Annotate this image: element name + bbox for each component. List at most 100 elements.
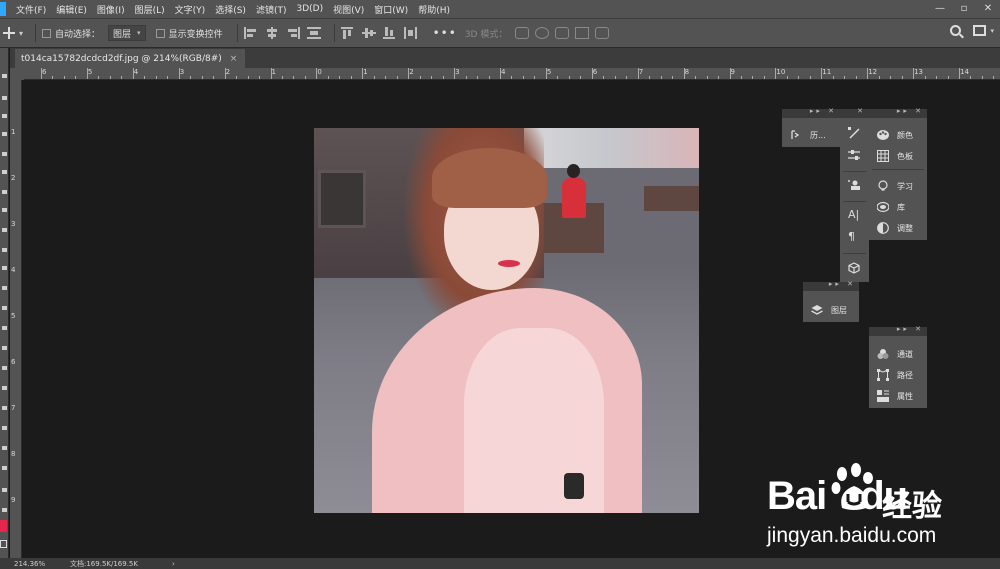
menu-layer[interactable]: 图层(L) — [135, 3, 165, 16]
workspace-icon[interactable] — [973, 25, 987, 36]
tool-preset-caret-icon[interactable]: ▾ — [19, 29, 23, 38]
menu-view[interactable]: 视图(V) — [333, 3, 364, 16]
more-options-icon[interactable]: ••• — [433, 26, 457, 40]
distribute-vertical-icon[interactable] — [403, 27, 418, 39]
panel-learn[interactable]: 学习 — [877, 177, 913, 195]
blur-tool[interactable] — [2, 326, 7, 330]
dodge-tool[interactable] — [2, 346, 7, 350]
panel-layers[interactable]: 图层 — [811, 301, 847, 319]
3d-roll-icon[interactable] — [535, 27, 550, 39]
pen-tool[interactable] — [2, 366, 7, 370]
align-center-icon[interactable] — [265, 27, 279, 39]
eraser-tool[interactable] — [2, 286, 7, 290]
3d-orbit-icon[interactable] — [515, 27, 530, 39]
panel-history[interactable]: 历... — [790, 126, 826, 144]
panel-color[interactable]: 颜色 — [877, 126, 913, 144]
document-image[interactable] — [314, 128, 699, 513]
close-tab-icon[interactable]: × — [230, 54, 238, 64]
align-middle-icon[interactable] — [361, 27, 376, 39]
distribute-icon[interactable] — [306, 27, 321, 39]
default-colors-icon[interactable] — [2, 508, 7, 512]
crop-tool[interactable] — [2, 152, 7, 156]
panel-header[interactable]: ✕ — [840, 107, 869, 118]
menu-filter[interactable]: 滤镜(T) — [256, 3, 287, 16]
marquee-tool[interactable] — [2, 96, 7, 100]
clone-stamp-tool[interactable] — [2, 248, 7, 252]
history-brush-tool[interactable] — [2, 266, 7, 270]
hand-tool[interactable] — [2, 446, 7, 450]
divider — [843, 171, 866, 172]
align-right-icon[interactable] — [286, 27, 300, 39]
path-selection-tool[interactable] — [2, 406, 7, 410]
3d-camera-icon[interactable] — [595, 27, 610, 39]
frame-tool[interactable] — [2, 170, 7, 174]
align-left-icon[interactable] — [243, 27, 258, 39]
document-tab[interactable]: t014ca15782dcdcd2df.jpg @ 214%(RGB/8#) × — [15, 49, 246, 68]
menu-type[interactable]: 文字(Y) — [175, 3, 206, 16]
menu-image[interactable]: 图像(I) — [97, 3, 125, 16]
menu-3d[interactable]: 3D(D) — [296, 4, 323, 14]
panel-header[interactable]: ▸▸ ✕ — [803, 280, 859, 291]
gradient-tool[interactable] — [2, 306, 7, 310]
collapse-icon[interactable]: ✕ — [857, 107, 866, 115]
zoom-level[interactable]: 214.36% — [14, 560, 70, 568]
collapse-icon[interactable]: ▸▸ ✕ — [897, 107, 924, 115]
panel-header[interactable]: ▸▸ ✕ — [869, 107, 927, 118]
align-top-icon[interactable] — [340, 27, 355, 39]
eyedropper-tool[interactable] — [2, 190, 7, 194]
3d-drag-icon[interactable] — [555, 27, 570, 39]
menu-file[interactable]: 文件(F) — [16, 3, 46, 16]
ruler-tick — [580, 76, 582, 79]
foreground-color-swatch[interactable] — [0, 520, 7, 532]
menu-edit[interactable]: 编辑(E) — [56, 3, 87, 16]
ruler-corner[interactable] — [10, 68, 24, 80]
panel-properties[interactable]: 属性 — [877, 387, 913, 405]
auto-select-checkbox[interactable] — [42, 28, 52, 38]
panel-header[interactable]: ▸▸ ✕ — [869, 325, 927, 336]
character-icon[interactable]: A| — [848, 209, 860, 221]
zoom-tool[interactable] — [2, 466, 7, 470]
collapse-icon[interactable]: ▸▸ ✕ — [829, 280, 856, 288]
brush-tool[interactable] — [2, 228, 7, 232]
ruler-tick-label: 11 — [822, 68, 832, 76]
horizontal-ruler[interactable]: 6 5 4 3 2 1 0 1 2 3 4 5 6 7 8 9 10 11 12 13 14 — [24, 68, 1000, 80]
collapse-icon[interactable]: ▸▸ ✕ — [897, 325, 924, 333]
shape-tool[interactable] — [2, 426, 7, 430]
collapse-icon[interactable]: ▸▸ ✕ — [810, 107, 837, 115]
search-icon[interactable] — [950, 25, 962, 36]
menu-window[interactable]: 窗口(W) — [374, 3, 408, 16]
close-button[interactable]: ✕ — [976, 0, 1000, 18]
menu-help[interactable]: 帮助(H) — [418, 3, 450, 16]
menu-select[interactable]: 选择(S) — [215, 3, 246, 16]
more-tools-icon[interactable] — [2, 488, 7, 492]
panel-learn-label: 学习 — [897, 181, 913, 191]
brush-presets-icon[interactable] — [848, 149, 860, 161]
panel-libraries[interactable]: 库 — [876, 198, 905, 216]
brush-settings-icon[interactable] — [848, 127, 860, 139]
move-tool-icon[interactable] — [2, 26, 16, 40]
quick-select-tool[interactable] — [2, 132, 7, 136]
panel-paths[interactable]: 路径 — [877, 366, 913, 384]
panel-adjustments[interactable]: 调整 — [877, 219, 913, 237]
clone-source-icon[interactable] — [848, 179, 860, 191]
auto-select-dropdown[interactable]: 图层 ▾ — [108, 25, 146, 41]
3d-slide-icon[interactable] — [575, 27, 590, 39]
3d-cube-icon[interactable] — [848, 262, 860, 274]
vertical-ruler[interactable]: 1 2 3 4 5 6 7 8 9 — [10, 80, 22, 558]
move-tool[interactable] — [2, 74, 7, 78]
panel-swatches[interactable]: 色板 — [877, 147, 913, 165]
panel-channels[interactable]: 通道 — [877, 345, 913, 363]
show-transform-checkbox[interactable] — [155, 28, 165, 38]
chevron-down-icon[interactable]: ▾ — [990, 27, 994, 35]
background-color-swatch[interactable] — [0, 540, 7, 548]
lasso-tool[interactable] — [2, 114, 7, 118]
minimize-button[interactable]: — — [928, 0, 952, 18]
align-bottom-icon[interactable] — [382, 27, 397, 39]
restore-button[interactable]: ▫ — [952, 0, 976, 18]
paragraph-icon[interactable]: ¶ — [848, 231, 860, 243]
document-tab-bar: t014ca15782dcdcd2df.jpg @ 214%(RGB/8#) × — [10, 48, 1000, 68]
panel-header[interactable]: ▸▸ ✕ — [782, 107, 840, 118]
type-tool[interactable] — [2, 386, 7, 390]
healing-brush-tool[interactable] — [2, 208, 7, 212]
status-menu-icon[interactable]: › — [172, 560, 175, 568]
